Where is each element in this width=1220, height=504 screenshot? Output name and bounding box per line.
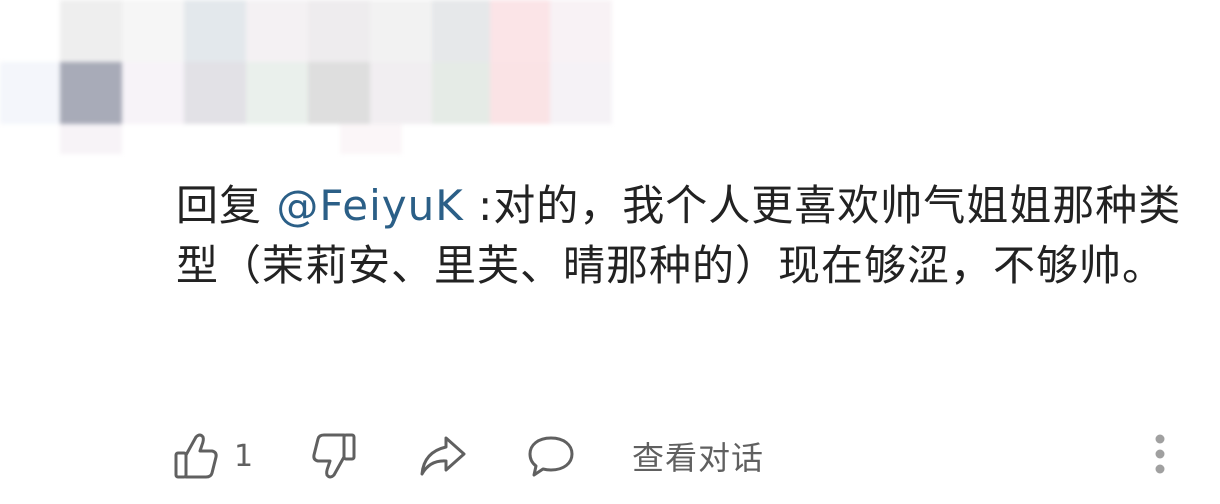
speech-bubble-icon bbox=[526, 433, 576, 479]
view-conversation-button[interactable]: 查看对话 bbox=[632, 433, 764, 479]
dislike-button[interactable] bbox=[310, 431, 418, 481]
reply-button[interactable] bbox=[526, 433, 632, 479]
like-button[interactable]: 1 bbox=[172, 431, 310, 481]
comment-action-bar: 1 查看对话 bbox=[172, 428, 1182, 484]
like-count: 1 bbox=[234, 438, 254, 474]
comment-text: 回复 @FeiyuK :对的，我个人更喜欢帅气姐姐那种类型（茉莉安、里芙、晴那种… bbox=[176, 176, 1186, 296]
share-arrow-icon bbox=[418, 432, 468, 480]
vertical-dots-icon bbox=[1148, 432, 1172, 476]
thumbs-up-icon bbox=[172, 431, 220, 481]
obscured-user-header bbox=[0, 0, 620, 160]
view-conversation-label: 查看对话 bbox=[632, 439, 765, 477]
reply-prefix: 回复 bbox=[176, 181, 263, 230]
more-options-button[interactable] bbox=[1148, 432, 1172, 476]
comment-reply-card: 回复 @FeiyuK :对的，我个人更喜欢帅气姐姐那种类型（茉莉安、里芙、晴那种… bbox=[0, 0, 1220, 504]
thumbs-down-icon bbox=[310, 431, 358, 481]
mention-link[interactable]: @FeiyuK bbox=[276, 181, 463, 230]
share-button[interactable] bbox=[418, 432, 526, 480]
